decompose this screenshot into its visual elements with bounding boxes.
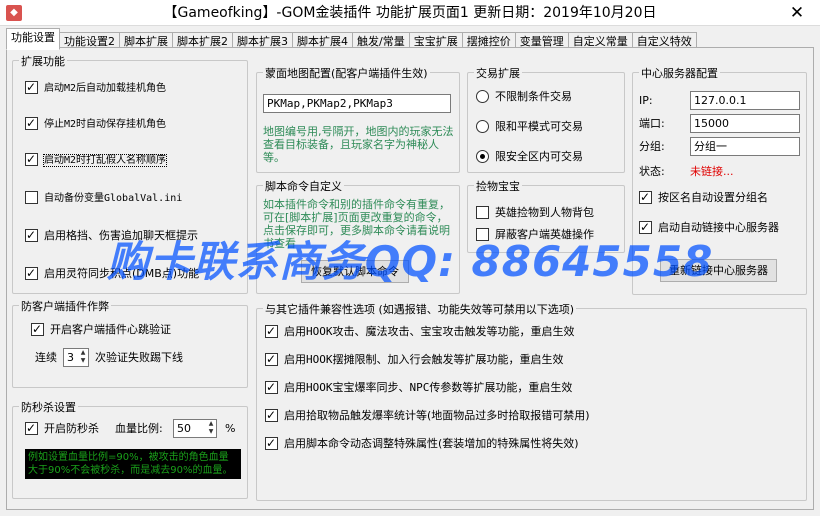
spin-up-icon[interactable]: ▲ — [206, 420, 216, 428]
reconnect-server-button[interactable]: 重新链接中心服务器 — [660, 259, 777, 282]
map-config-note: 地图编号用,号隔开，地图内的玩家无法查看目标装备，且玩家名字为神秘人等。 — [263, 125, 454, 164]
status-label: 状态: — [639, 165, 665, 178]
checkbox[interactable] — [639, 219, 652, 235]
server-auto-group[interactable]: 按区名自动设置分组名 — [639, 189, 768, 206]
trade-option-unlimited[interactable]: 不限制条件交易 — [476, 89, 572, 105]
status-value: 未链接... — [690, 165, 734, 178]
antikill-enable[interactable]: 开启防秒杀 — [25, 420, 99, 437]
antikill-group: 防秒杀设置 开启防秒杀 血量比例: 50 ▲▼ % 例如设置血量比例=90%，被… — [12, 399, 248, 499]
group-input[interactable]: 分组一 — [690, 137, 800, 156]
pickup-legend: 捡物宝宝 — [474, 178, 522, 194]
trade-legend: 交易扩展 — [474, 65, 522, 81]
checkbox[interactable] — [25, 79, 38, 95]
checkbox[interactable] — [25, 227, 38, 243]
tab-strip: 功能设置 功能设置2 脚本扩展 脚本扩展2 脚本扩展3 脚本扩展4 触发/常量 宝宝扩展 摆摊控… — [6, 28, 816, 51]
compat-group: 与其它插件兼容性选项 (如遇报错、功能失效等可禁用以下选项) 启用HOOK攻击、… — [256, 301, 807, 501]
checkbox[interactable] — [25, 151, 38, 167]
tab-panel: 扩展功能 启动M2后自动加载挂机角色 停止M2时自动保存挂机角色 启动M2时打乱… — [6, 47, 814, 510]
antikill-legend: 防秒杀设置 — [19, 399, 78, 415]
ip-label: IP: — [639, 94, 653, 107]
checkbox[interactable] — [265, 351, 278, 367]
checkbox[interactable] — [265, 379, 278, 395]
script-cmd-note: 如本插件命令和别的插件命令有重复，可在[脚本扩展]页面更改重复的命令，点击保存即… — [263, 198, 450, 250]
spin-down-icon[interactable]: ▼ — [78, 357, 88, 365]
expand-item-block-tip[interactable]: 启用格挡、伤害追加聊天框提示 — [25, 227, 198, 244]
fail-prefix: 连续 — [35, 351, 57, 364]
ratio-label: 血量比例: — [115, 422, 163, 435]
map-config-legend: 蒙面地图配置(配客户端插件生效) — [263, 65, 430, 81]
heartbeat-check[interactable]: 开启客户端插件心跳验证 — [31, 321, 171, 338]
fail-count-spinner[interactable]: ▲ ▼ — [78, 349, 88, 365]
trade-group: 交易扩展 不限制条件交易 限和平模式可交易 限安全区内可交易 — [467, 65, 625, 173]
restore-default-commands-button[interactable]: 恢复默认脚本命令 — [301, 260, 409, 283]
port-input[interactable]: 15000 — [690, 114, 800, 133]
server-group: 中心服务器配置 IP: 127.0.0.1 端口: 15000 分组: 分组一 … — [632, 65, 807, 295]
fail-suffix: 次验证失败踢下线 — [95, 351, 183, 364]
pickup-group: 捡物宝宝 英雄捡物到人物背包 屏蔽客户端英雄操作 — [467, 178, 625, 253]
pickup-item-hero-bag[interactable]: 英雄捡物到人物背包 — [476, 205, 594, 221]
trade-option-peace[interactable]: 限和平模式可交易 — [476, 119, 583, 135]
server-auto-connect[interactable]: 启动自动链接中心服务器 — [639, 219, 779, 236]
ratio-spinner[interactable]: ▲ ▼ — [206, 420, 216, 436]
compat-hook-attack[interactable]: 启用HOOK攻击、魔法攻击、宝宝攻击触发等功能，重启生效 — [265, 323, 575, 340]
close-button[interactable]: ✕ — [774, 0, 820, 26]
radio-button[interactable] — [476, 90, 489, 103]
checkbox[interactable] — [25, 420, 38, 436]
radio-button[interactable] — [476, 120, 489, 133]
checkbox[interactable] — [25, 191, 38, 204]
checkbox[interactable] — [265, 323, 278, 339]
compat-hook-pet[interactable]: 启用HOOK宝宝爆率同步、NPC传参数等扩展功能，重启生效 — [265, 379, 572, 396]
ratio-unit: % — [225, 422, 236, 435]
checkbox[interactable] — [476, 228, 489, 241]
anticlient-group: 防客户端插件作弊 开启客户端插件心跳验证 连续 3 ▲▼ 次验证失败踢下线 — [12, 298, 248, 388]
checkbox[interactable] — [639, 189, 652, 205]
tab-function-settings[interactable]: 功能设置 — [6, 28, 60, 50]
radio-button[interactable] — [476, 150, 489, 163]
spin-up-icon[interactable]: ▲ — [78, 349, 88, 357]
map-list-input[interactable]: PKMap,PKMap2,PKMap3 — [263, 94, 451, 113]
checkbox[interactable] — [265, 407, 278, 423]
expand-group: 扩展功能 启动M2后自动加载挂机角色 停止M2时自动保存挂机角色 启动M2时打乱… — [12, 53, 248, 294]
script-cmd-legend: 脚本命令自定义 — [263, 178, 344, 194]
compat-pickup-stats[interactable]: 启用拾取物品触发爆率统计等(地面物品过多时拾取报错可禁用) — [265, 407, 590, 424]
trade-option-safezone[interactable]: 限安全区内可交易 — [476, 149, 583, 165]
port-label: 端口: — [639, 117, 665, 130]
checkbox[interactable] — [25, 115, 38, 131]
compat-script-attr[interactable]: 启用脚本命令动态调整特殊属性(套装增加的特殊属性将失效) — [265, 435, 579, 452]
window-title: 【Gameofking】-GOM金装插件 功能扩展页面1 更新日期：2019年1… — [163, 5, 657, 21]
expand-item-backup[interactable]: 自动备份变量GlobalVal.ini — [25, 190, 182, 206]
expand-item-autosave[interactable]: 停止M2时自动保存挂机角色 — [25, 115, 166, 132]
spin-down-icon[interactable]: ▼ — [206, 428, 216, 436]
map-config-group: 蒙面地图配置(配客户端插件生效) PKMap,PKMap2,PKMap3 地图编… — [256, 65, 460, 173]
expand-legend: 扩展功能 — [19, 53, 67, 69]
group-label: 分组: — [639, 140, 665, 153]
expand-item-shuffle[interactable]: 启动M2时打乱假人名称顺序 — [25, 151, 168, 168]
antikill-note: 例如设置血量比例=90%，被攻击的角色血量大于90%不会被秒杀，而是减去90%的… — [25, 449, 241, 479]
pickup-item-block-hero[interactable]: 屏蔽客户端英雄操作 — [476, 227, 594, 243]
script-cmd-group: 脚本命令自定义 如本插件命令和别的插件命令有重复，可在[脚本扩展]页面更改重复的… — [256, 178, 460, 294]
anticlient-legend: 防客户端插件作弊 — [19, 298, 111, 314]
expand-item-autoload[interactable]: 启动M2后自动加载挂机角色 — [25, 79, 166, 96]
server-legend: 中心服务器配置 — [639, 65, 720, 81]
checkbox[interactable] — [476, 206, 489, 219]
checkbox[interactable] — [31, 321, 44, 337]
checkbox[interactable] — [265, 435, 278, 451]
checkbox[interactable] — [25, 265, 38, 281]
compat-hook-stall[interactable]: 启用HOOK摆摊限制、加入行会触发等扩展功能，重启生效 — [265, 351, 564, 368]
ip-input[interactable]: 127.0.0.1 — [690, 91, 800, 110]
expand-item-charm-sync[interactable]: 启用灵符同步积点(DMB点)功能 — [25, 265, 199, 282]
compat-legend: 与其它插件兼容性选项 (如遇报错、功能失效等可禁用以下选项) — [263, 301, 577, 317]
title-bar: ◆ 【Gameofking】-GOM金装插件 功能扩展页面1 更新日期：2019… — [0, 0, 820, 26]
